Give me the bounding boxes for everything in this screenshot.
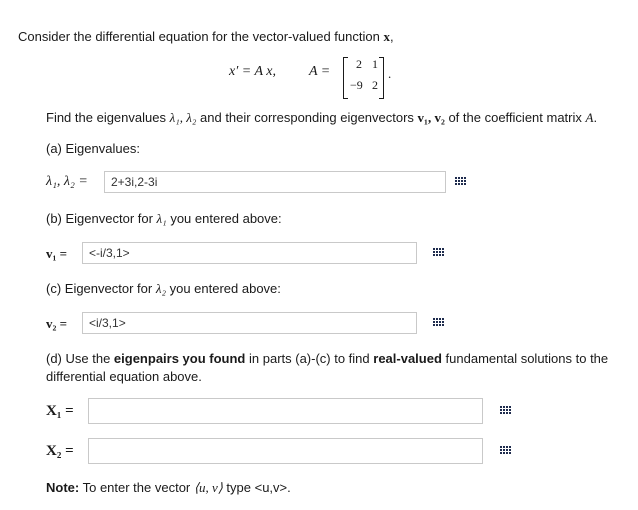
matrix-cell-11: 2 — [356, 57, 362, 71]
equation-period: . — [388, 66, 392, 81]
part-d-t1: (d) Use the — [46, 351, 114, 366]
matrix-left-bracket — [343, 57, 348, 99]
note-text: Note: To enter the vector ⟨u, v⟩ type <u… — [46, 480, 291, 496]
matrix-right-bracket — [379, 57, 384, 99]
part-b-lambda: λ₁ — [156, 211, 167, 226]
eigenvalues-input[interactable]: 2+3i,2-3i — [104, 171, 446, 193]
part-b-prefix: (b) Eigenvector for — [46, 211, 157, 226]
prompt-vectors: v₁, v₂ — [417, 110, 445, 125]
prompt-period: . — [593, 110, 598, 125]
keypad-icon[interactable] — [500, 406, 512, 416]
matrix-label: A = — [309, 64, 331, 79]
prompt-part-3: of the coefficient matrix — [444, 110, 586, 125]
note-math: ⟨u, v⟩ — [193, 480, 223, 495]
keypad-icon[interactable] — [433, 318, 445, 328]
prompt-text: Find the eigenvalues λ₁, λ₂ and their co… — [46, 110, 597, 126]
part-d-line2: differential equation above. — [46, 369, 202, 384]
part-c-math: v₂ = — [46, 316, 68, 331]
eigenvector-2-input[interactable]: <i/3,1> — [82, 312, 417, 334]
x2-label: X₂ = — [46, 443, 74, 459]
part-b-math: v₁ = — [46, 246, 68, 261]
x1-label: X₁ = — [46, 403, 74, 419]
matrix-cell-12: 1 — [372, 57, 378, 71]
keypad-icon[interactable] — [455, 177, 467, 187]
prompt-part-2: and their corresponding eigenvectors — [196, 110, 418, 125]
part-d-text: (d) Use the eigenpairs you found in part… — [46, 350, 616, 386]
equation-text: x′ = A x, — [229, 64, 276, 79]
x1-input[interactable] — [88, 398, 483, 424]
part-d-t3: fundamental solutions to the — [441, 351, 609, 366]
equation-lhs: x′ = A x, — [229, 64, 276, 80]
intro-text: Consider the differential equation for t… — [18, 29, 394, 45]
note-body-2: type <u,v>. — [222, 480, 291, 495]
part-c-label: (c) Eigenvector for λ₂ you entered above… — [46, 281, 281, 297]
part-b-label: (b) Eigenvector for λ₁ you entered above… — [46, 211, 282, 227]
eigenvector-1-input[interactable]: <-i/3,1> — [82, 242, 417, 264]
part-c-suffix: you entered above: — [165, 281, 281, 296]
note-label: Note: — [46, 480, 80, 495]
matrix-cell-22: 2 — [372, 78, 378, 92]
keypad-icon[interactable] — [433, 248, 445, 258]
prompt-part-1: Find the eigenvalues — [46, 110, 170, 125]
matrix-cell-21: −9 — [350, 78, 363, 92]
part-b-suffix: you entered above: — [166, 211, 282, 226]
part-a-math: λ₁, λ₂ = — [46, 174, 88, 189]
intro-suffix: , — [389, 29, 394, 44]
prompt-lambdas: λ₁, λ₂ — [169, 110, 197, 125]
part-a-label: (a) Eigenvalues: — [46, 141, 140, 156]
x2-input[interactable] — [88, 438, 483, 464]
part-d-b1: eigenpairs you found — [113, 351, 246, 366]
intro-prefix: Consider the differential equation for t… — [18, 29, 384, 44]
note-body: To enter the vector — [79, 480, 194, 495]
keypad-icon[interactable] — [500, 446, 512, 456]
part-d-t2: in parts (a)-(c) to find — [245, 351, 374, 366]
part-d-b2: real-valued — [373, 351, 442, 366]
part-c-prefix: (c) Eigenvector for — [46, 281, 156, 296]
part-c-lambda: λ₂ — [155, 281, 166, 296]
